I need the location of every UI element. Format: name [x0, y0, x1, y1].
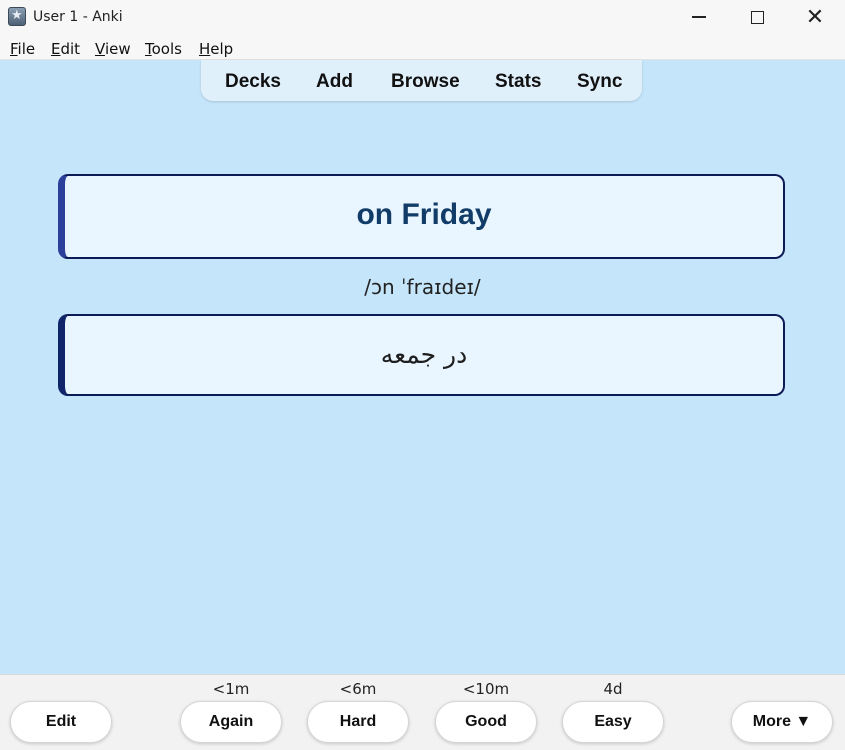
menu-file[interactable]: File [10, 40, 35, 58]
main-toolbar: Decks Add Browse Stats Sync [201, 60, 642, 101]
answer-bar: Edit <1m Again <6m Hard <10m Good 4d Eas… [0, 674, 845, 750]
tab-add[interactable]: Add [316, 71, 353, 93]
card-front-text: on Friday [356, 198, 492, 231]
menu-bar: File Edit View Tools Help [0, 36, 845, 60]
card-back: در جمعه [58, 314, 785, 396]
minimize-icon [692, 16, 706, 18]
edit-button[interactable]: Edit [10, 701, 112, 743]
more-button[interactable]: More ▼ [731, 701, 833, 743]
good-button[interactable]: Good [435, 701, 537, 743]
title-bar: User 1 - Anki ✕ [0, 0, 845, 36]
card-back-text: در جمعه [380, 340, 468, 369]
card-phonetic: /ɔn ˈfraɪdeɪ/ [364, 275, 481, 299]
tab-stats[interactable]: Stats [495, 71, 541, 93]
maximize-icon [750, 10, 764, 24]
menu-view[interactable]: View [95, 40, 131, 58]
close-icon: ✕ [805, 4, 825, 30]
card-front: on Friday [58, 174, 785, 259]
tab-decks[interactable]: Decks [225, 71, 281, 93]
maximize-button[interactable] [734, 0, 780, 34]
again-interval: <1m [212, 680, 250, 698]
menu-tools[interactable]: Tools [145, 40, 182, 58]
close-button[interactable]: ✕ [792, 0, 838, 34]
tab-sync[interactable]: Sync [577, 71, 622, 93]
easy-interval: 4d [603, 680, 623, 698]
good-interval: <10m [462, 680, 510, 698]
menu-edit[interactable]: Edit [51, 40, 80, 58]
window-title: User 1 - Anki [33, 9, 123, 25]
menu-help[interactable]: Help [199, 40, 233, 58]
again-button[interactable]: Again [180, 701, 282, 743]
anki-app-icon [8, 7, 26, 26]
minimize-button[interactable] [676, 0, 722, 34]
easy-button[interactable]: Easy [562, 701, 664, 743]
hard-button[interactable]: Hard [307, 701, 409, 743]
tab-browse[interactable]: Browse [391, 71, 460, 93]
hard-interval: <6m [339, 680, 377, 698]
